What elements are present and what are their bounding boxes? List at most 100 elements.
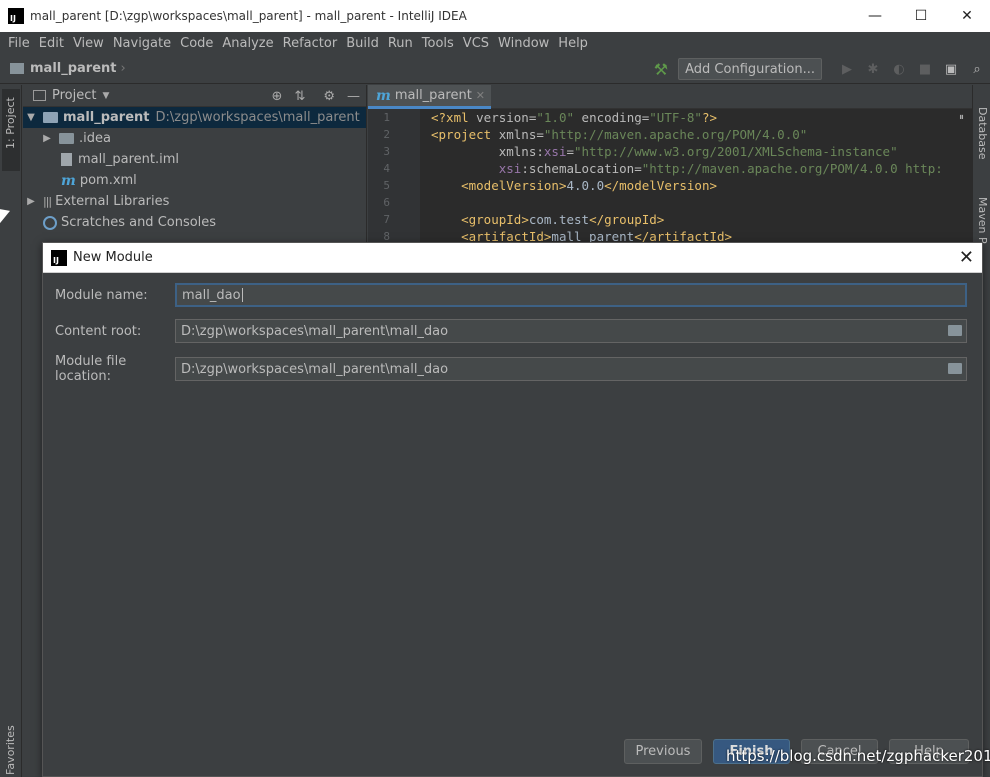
browse-folder-icon[interactable] [948,325,962,336]
dialog-close-button[interactable]: ✕ [959,247,974,268]
module-file-location-input[interactable]: D:\zgp\workspaces\mall_parent\mall_dao [175,357,967,381]
run-icon[interactable]: ▶ [834,62,860,77]
code-text: <project xmlns="http://maven.apache.org/… [431,127,808,142]
code-line: 4 xsi:schemaLocation="http://maven.apach… [368,160,972,177]
content-root-label: Content root: [55,323,142,339]
project-tool-tab-label: 1: Project [4,97,17,149]
line-number: 3 [383,145,390,158]
project-structure-icon[interactable]: ▣ [938,62,964,77]
module-name-value: mall_dao [182,287,241,303]
menu-refactor[interactable]: Refactor [279,36,342,51]
menu-run[interactable]: Run [384,36,417,51]
title-bar: IJ mall_parent [D:\zgp\workspaces\mall_p… [0,0,990,32]
menu-window[interactable]: Window [494,36,553,51]
dialog-title: New Module [73,250,153,265]
tree-root-name: mall_parent [63,110,150,125]
menu-build[interactable]: Build [342,36,383,51]
database-tool-tab[interactable]: Database [976,107,989,160]
tree-row-idea[interactable]: ▶ .idea [23,128,366,149]
hide-icon[interactable]: — [347,89,360,104]
module-name-label: Module name: [55,287,148,303]
module-file-location-value: D:\zgp\workspaces\mall_parent\mall_dao [181,361,449,377]
maven-icon: m [376,87,391,104]
code-line: 1 <?xml version="1.0" encoding="UTF-8"?> [368,109,972,126]
module-folder-icon [10,63,24,74]
maven-icon: m [61,172,76,189]
tree-root-path: D:\zgp\workspaces\mall_parent [155,110,360,125]
tree-label-scratches: Scratches and Consoles [61,215,217,230]
gear-icon[interactable]: ⚙ [323,89,335,104]
window-controls: — ☐ ✕ [852,0,990,32]
project-panel-header: Project ▼ ⊕ ⇅ ⚙ — [23,85,366,107]
menu-tools[interactable]: Tools [418,36,458,51]
window-title: mall_parent [D:\zgp\workspaces\mall_pare… [30,9,467,23]
line-number: 5 [383,179,390,192]
collapsed-arrow-icon[interactable]: ▶ [41,133,53,144]
menu-analyze[interactable]: Analyze [218,36,277,51]
collapse-all-icon[interactable]: ⇅ [294,89,305,104]
code-line: 6 [368,194,972,211]
intellij-logo-icon: IJ [8,8,24,24]
add-configuration-button[interactable]: Add Configuration... [678,58,822,80]
module-name-row: Module name: mall_dao [55,283,967,307]
menu-navigate[interactable]: Navigate [109,36,175,51]
collapsed-arrow-icon[interactable]: ▶ [25,196,37,207]
project-panel-title[interactable]: Project [52,88,96,103]
tree-row-scratches[interactable]: Scratches and Consoles [23,212,366,233]
menu-vcs[interactable]: VCS [459,36,493,51]
menu-code[interactable]: Code [176,36,217,51]
tree-row-pom[interactable]: m pom.xml [23,170,366,191]
tree-root-row[interactable]: ▼ mall_parent D:\zgp\workspaces\mall_par… [23,107,366,128]
minimize-button[interactable]: — [852,0,898,32]
line-number: 6 [383,196,390,209]
module-name-input[interactable]: mall_dao [175,283,967,307]
tree-label-iml: mall_parent.iml [78,152,179,167]
module-folder-icon [43,112,58,123]
search-icon[interactable]: ⌕ [964,62,990,77]
project-view-icon [33,90,46,101]
build-hammer-icon[interactable]: ⚒ [654,60,668,79]
chevron-down-icon[interactable]: ▼ [102,91,109,101]
code-line: 5 <modelVersion>4.0.0</modelVersion> [368,177,972,194]
project-tool-tab[interactable]: 1: Project [2,89,20,171]
close-window-button[interactable]: ✕ [944,0,990,32]
breadcrumb-project[interactable]: mall_parent [30,61,117,76]
tree-label-pom: pom.xml [79,173,137,188]
code-text: <modelVersion>4.0.0</modelVersion> [461,178,717,193]
stop-icon[interactable]: ■ [912,62,938,77]
line-number: 1 [383,111,390,124]
maximize-button[interactable]: ☐ [898,0,944,32]
run-toolbar: ⚒ Add Configuration... ▶ ✱ ◐ ■ ▣ ⌕ [654,54,990,84]
menu-edit[interactable]: Edit [35,36,68,51]
previous-button[interactable]: Previous [624,739,702,764]
content-root-row: Content root: D:\zgp\workspaces\mall_par… [55,319,967,343]
content-root-input[interactable]: D:\zgp\workspaces\mall_parent\mall_dao [175,319,967,343]
mouse-cursor-icon [0,209,10,225]
module-file-location-row: Module file location: D:\zgp\workspaces\… [55,354,967,384]
coverage-icon[interactable]: ◐ [886,62,912,77]
editor-tab-pom[interactable]: m mall_parent ✕ [368,85,492,109]
iml-file-icon [61,153,72,166]
content-root-value: D:\zgp\workspaces\mall_parent\mall_dao [181,323,449,339]
locate-icon[interactable]: ⊕ [272,89,283,104]
scratches-icon [43,215,57,230]
menu-view[interactable]: View [69,36,108,51]
favorites-tool-tab[interactable]: Favorites [4,725,17,775]
tree-row-iml[interactable]: mall_parent.iml [23,149,366,170]
library-icon: ||| [43,195,52,208]
menu-help[interactable]: Help [554,36,592,51]
expanded-arrow-icon[interactable]: ▼ [25,112,37,123]
debug-icon[interactable]: ✱ [860,62,886,77]
code-line: 2 <project xmlns="http://maven.apache.or… [368,126,972,143]
browse-folder-icon[interactable] [948,363,962,374]
close-tab-icon[interactable]: ✕ [476,89,485,102]
code-line: 7 <groupId>com.test</groupId> [368,211,972,228]
code-text: xsi:schemaLocation="http://maven.apache.… [498,161,943,176]
menu-file[interactable]: File [4,36,34,51]
code-area[interactable]: 1 <?xml version="1.0" encoding="UTF-8"?>… [368,109,972,245]
tree-label-idea: .idea [79,131,111,146]
maven-tool-tab[interactable]: Maven P [976,197,989,244]
tree-label-external-libraries: External Libraries [55,194,170,209]
intellij-logo-icon: IJ [51,249,67,266]
tree-row-external-libraries[interactable]: ▶ ||| External Libraries [23,191,366,212]
